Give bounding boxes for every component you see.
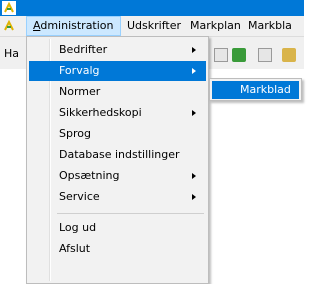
submenu-arrow-icon <box>192 47 196 53</box>
leaf-icon[interactable] <box>2 19 16 33</box>
menu-item-label: Sprog <box>59 127 91 140</box>
menu-separator <box>57 213 204 214</box>
menu-udskrifter[interactable]: Udskrifter <box>121 16 187 36</box>
menu-item-label: Sikkerhedskopi <box>59 106 142 119</box>
menu-item-service[interactable]: Service <box>29 187 206 207</box>
menu-item-label: Service <box>59 190 100 203</box>
submenu-item-markblad[interactable]: Markblad <box>212 81 299 99</box>
menu-bar: Administration Udskrifter Markplan Markb… <box>0 16 304 36</box>
title-bar <box>0 0 304 16</box>
forvalg-submenu: Markblad <box>209 78 302 101</box>
menu-markplan[interactable]: Markplan <box>184 16 247 36</box>
menu-item-label: Opsætning <box>59 169 120 182</box>
menu-item-sprog[interactable]: Sprog <box>29 124 206 144</box>
submenu-arrow-icon <box>192 173 196 179</box>
submenu-arrow-icon <box>192 110 196 116</box>
toolbar-icon-1[interactable] <box>214 48 228 62</box>
menu-item-label: Afslut <box>59 242 91 255</box>
menu-item-opsaetning[interactable]: Opsætning <box>29 166 206 186</box>
administration-menu: Bedrifter Forvalg Normer Sikkerhedskopi … <box>26 36 209 284</box>
menu-item-bedrifter[interactable]: Bedrifter <box>29 40 206 60</box>
toolbar-icon-3[interactable] <box>258 48 272 62</box>
submenu-arrow-icon <box>192 68 196 74</box>
menu-item-database-indstillinger[interactable]: Database indstillinger <box>29 145 206 165</box>
menu-administration[interactable]: Administration <box>26 16 121 36</box>
app-logo-icon <box>2 1 16 15</box>
menu-item-log-ud[interactable]: Log ud <box>29 218 206 238</box>
menu-markblad[interactable]: Markbla <box>242 16 298 36</box>
menu-item-normer[interactable]: Normer <box>29 82 206 102</box>
submenu-arrow-icon <box>192 194 196 200</box>
menu-item-sikkerhedskopi[interactable]: Sikkerhedskopi <box>29 103 206 123</box>
menu-item-afslut[interactable]: Afslut <box>29 239 206 259</box>
menu-item-forvalg[interactable]: Forvalg <box>29 61 206 81</box>
menu-item-label: Forvalg <box>59 64 100 77</box>
menu-item-label: Bedrifter <box>59 43 108 56</box>
toolbar-label[interactable]: Ha <box>4 47 19 60</box>
toolbar-icon-2[interactable] <box>232 48 246 62</box>
menu-item-label: Log ud <box>59 221 97 234</box>
toolbar-icon-4[interactable] <box>282 48 296 62</box>
menu-administration-label: dministration <box>40 19 114 32</box>
menu-item-label: Database indstillinger <box>59 148 180 161</box>
menu-item-label: Normer <box>59 85 101 98</box>
